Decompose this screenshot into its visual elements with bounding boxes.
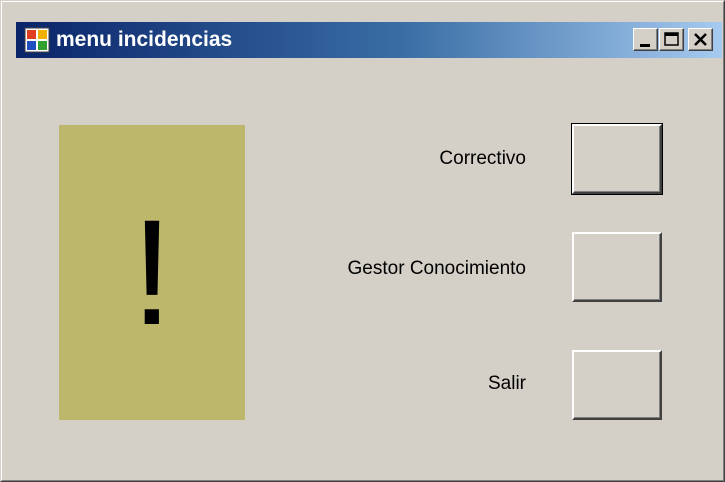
maximize-icon — [664, 32, 679, 46]
close-icon — [694, 33, 707, 46]
title-bar[interactable]: menu incidencias — [16, 22, 722, 58]
gestor-conocimiento-label: Gestor Conocimiento — [347, 258, 526, 279]
minimize-button[interactable] — [633, 28, 658, 51]
warning-image: ! — [59, 125, 245, 420]
minimize-icon — [640, 44, 650, 47]
window-title: menu incidencias — [56, 28, 233, 51]
app-window: menu incidencias ! Correctivo Gestor Con… — [0, 0, 725, 482]
exclamation-icon: ! — [131, 188, 173, 356]
salir-label: Salir — [487, 373, 526, 394]
gestor-conocimiento-button[interactable] — [572, 232, 662, 302]
correctivo-label: Correctivo — [439, 148, 526, 169]
close-button[interactable] — [688, 28, 713, 51]
maximize-button[interactable] — [659, 28, 684, 51]
salir-button[interactable] — [572, 350, 662, 420]
correctivo-button[interactable] — [571, 123, 663, 195]
app-window-icon[interactable] — [24, 27, 50, 53]
